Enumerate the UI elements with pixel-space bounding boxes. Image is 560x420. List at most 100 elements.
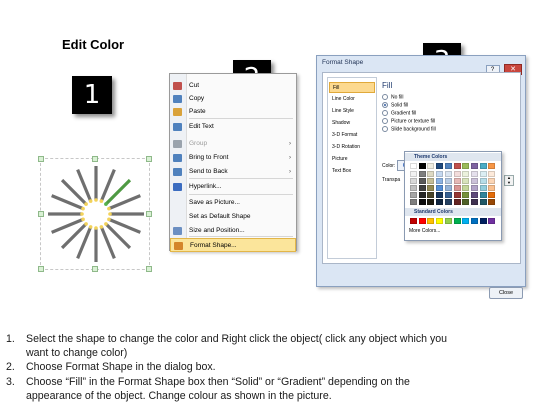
theme-color-shade-swatch[interactable] [436,192,444,198]
theme-color-shade-swatch[interactable] [488,199,496,205]
theme-color-shade-swatch[interactable] [410,199,417,205]
theme-color-swatch[interactable] [479,163,487,169]
standard-color-swatch[interactable] [488,218,496,224]
standard-color-swatch[interactable] [453,218,461,224]
menu-item-paste[interactable]: Paste [170,105,296,119]
theme-color-shade-swatch[interactable] [470,185,478,191]
menu-item-edit-text[interactable]: Edit Text [170,120,296,134]
nav-item-line-color[interactable]: Line Color [329,94,375,105]
menu-item-format-shape[interactable]: Format Shape... [170,238,296,252]
transparency-spinner[interactable]: ▲ ▼ [504,175,514,186]
theme-color-shade-swatch[interactable] [418,199,426,205]
theme-color-shade-swatch[interactable] [427,178,435,184]
theme-color-shade-swatch[interactable] [427,185,435,191]
theme-color-swatch[interactable] [436,163,444,169]
theme-color-shade-swatch[interactable] [418,171,426,177]
fill-option-gradient-fill[interactable]: Gradient fill [382,110,416,117]
resize-handle[interactable] [38,266,44,272]
theme-color-shade-swatch[interactable] [444,185,452,191]
fill-option-slide-background-fill[interactable]: Slide background fill [382,126,436,133]
theme-color-shade-swatch[interactable] [488,185,496,191]
theme-color-swatch[interactable] [488,163,496,169]
resize-handle[interactable] [92,156,98,162]
theme-color-shade-swatch[interactable] [453,199,461,205]
theme-color-shade-swatch[interactable] [427,192,435,198]
theme-color-shade-swatch[interactable] [470,178,478,184]
theme-color-shade-swatch[interactable] [479,199,487,205]
theme-color-shade-swatch[interactable] [453,192,461,198]
theme-color-shade-swatch[interactable] [436,171,444,177]
theme-color-shade-swatch[interactable] [444,199,452,205]
resize-handle[interactable] [146,266,152,272]
resize-handle[interactable] [38,156,44,162]
theme-color-shade-swatch[interactable] [462,199,470,205]
theme-color-shade-swatch[interactable] [436,199,444,205]
fill-option-solid-fill[interactable]: Solid fill [382,102,408,109]
theme-color-swatch[interactable] [427,163,435,169]
menu-item-hyperlink[interactable]: Hyperlink... [170,180,296,194]
theme-color-shade-swatch[interactable] [427,171,435,177]
theme-color-shade-swatch[interactable] [488,192,496,198]
theme-color-shade-swatch[interactable] [410,171,417,177]
standard-color-swatch[interactable] [418,218,426,224]
theme-color-swatch[interactable] [444,163,452,169]
theme-color-swatch[interactable] [410,163,417,169]
standard-color-swatch[interactable] [436,218,444,224]
theme-color-shade-swatch[interactable] [462,192,470,198]
menu-item-send-to-back[interactable]: Send to Back › [170,165,296,179]
standard-color-swatch[interactable] [462,218,470,224]
theme-color-shade-swatch[interactable] [462,171,470,177]
theme-color-shade-swatch[interactable] [479,192,487,198]
standard-color-swatch[interactable] [479,218,487,224]
menu-item-bring-to-front[interactable]: Bring to Front › [170,151,296,165]
nav-item-3-d-format[interactable]: 3-D Format [329,130,375,141]
radio-button[interactable] [382,102,388,108]
theme-color-shade-swatch[interactable] [453,178,461,184]
resize-handle[interactable] [92,266,98,272]
theme-color-shade-swatch[interactable] [462,185,470,191]
theme-color-shade-swatch[interactable] [444,171,452,177]
theme-color-shade-swatch[interactable] [436,178,444,184]
fill-option-picture-or-texture-fill[interactable]: Picture or texture fill [382,118,435,125]
theme-color-shade-swatch[interactable] [418,178,426,184]
radio-button[interactable] [382,118,388,124]
nav-item-text-box[interactable]: Text Box [329,166,375,177]
radio-button[interactable] [382,94,388,100]
fill-option-no-fill[interactable]: No fill [382,94,404,101]
theme-color-shade-swatch[interactable] [410,192,417,198]
theme-color-shade-swatch[interactable] [410,178,417,184]
radio-button[interactable] [382,126,388,132]
menu-item-save-as-picture[interactable]: Save as Picture... [170,196,296,210]
standard-color-swatch[interactable] [470,218,478,224]
theme-color-shade-swatch[interactable] [453,171,461,177]
theme-color-shade-swatch[interactable] [427,199,435,205]
theme-color-shade-swatch[interactable] [470,199,478,205]
theme-color-shade-swatch[interactable] [479,185,487,191]
theme-color-swatch[interactable] [418,163,426,169]
standard-color-swatch[interactable] [444,218,452,224]
menu-item-cut[interactable]: Cut [170,79,296,93]
theme-color-shade-swatch[interactable] [470,192,478,198]
theme-color-shade-swatch[interactable] [462,178,470,184]
more-colors-link[interactable]: More Colors... [409,228,440,234]
theme-color-swatch[interactable] [453,163,461,169]
theme-color-shade-swatch[interactable] [479,171,487,177]
selected-shape[interactable] [40,158,150,270]
theme-color-shade-swatch[interactable] [488,171,496,177]
theme-color-shade-swatch[interactable] [444,192,452,198]
theme-color-shade-swatch[interactable] [444,178,452,184]
theme-color-swatch[interactable] [470,163,478,169]
menu-item-copy[interactable]: Copy [170,92,296,106]
theme-color-shade-swatch[interactable] [453,185,461,191]
theme-color-shade-swatch[interactable] [479,178,487,184]
nav-item-3-d-rotation[interactable]: 3-D Rotation [329,142,375,153]
close-button[interactable]: Close [489,287,523,299]
standard-color-swatch[interactable] [410,218,417,224]
resize-handle[interactable] [38,211,44,217]
theme-color-shade-swatch[interactable] [418,185,426,191]
theme-color-shade-swatch[interactable] [488,178,496,184]
nav-item-picture[interactable]: Picture [329,154,375,165]
resize-handle[interactable] [146,211,152,217]
nav-item-line-style[interactable]: Line Style [329,106,375,117]
theme-color-swatch[interactable] [462,163,470,169]
